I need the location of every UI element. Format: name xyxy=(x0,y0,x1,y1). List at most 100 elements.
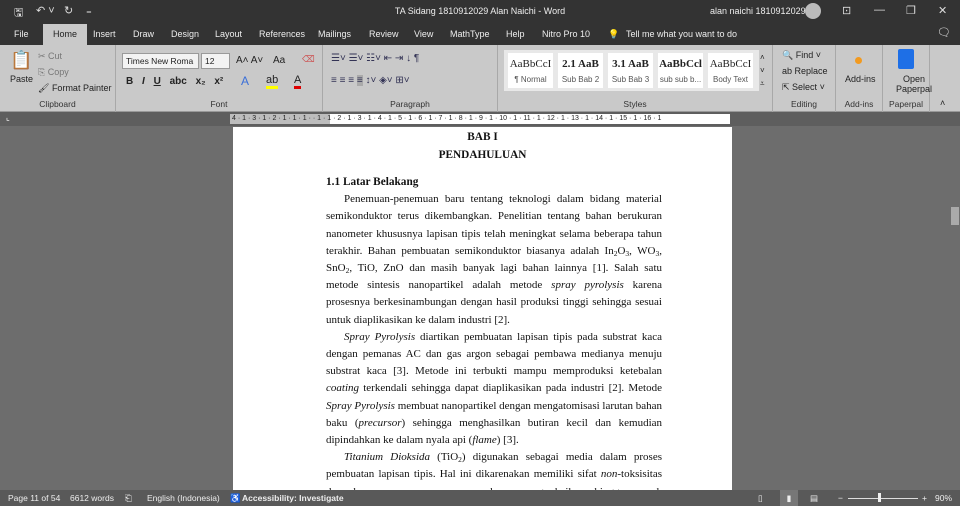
addins-button[interactable]: Add-ins xyxy=(845,74,876,84)
tab-layout[interactable]: Layout xyxy=(215,29,242,39)
paragraph-group: ☰˅ ☰˅ ☷˅ ⇤ ⇥ ↓ ¶ ≡ ≡ ≡ ≡ ↕˅ ◈˅ ⊞˅ Paragr… xyxy=(323,45,498,112)
format-buttons-icon[interactable]: B I U abc x₂ x² xyxy=(126,76,223,87)
accessibility-status[interactable]: Accessibility: Investigate xyxy=(242,493,344,503)
tab-review[interactable]: Review xyxy=(369,29,399,39)
section-heading: 1.1 Latar Belakang xyxy=(326,176,419,188)
text-effects-icon[interactable]: A xyxy=(241,74,249,88)
language[interactable]: English (Indonesia) xyxy=(147,493,220,503)
addins-group: Add-ins Add-ins xyxy=(836,45,883,112)
style-body-text[interactable]: AaBbCcI Body Text xyxy=(708,53,753,88)
italic-text: Spray Pyrolysis xyxy=(344,330,416,343)
text-run: , WO xyxy=(629,244,656,257)
body-paragraph: Spray Pyrolysis diartikan pembuatan lapi… xyxy=(326,329,662,449)
font-size-select[interactable]: 12 xyxy=(201,53,230,69)
paperpal-name: Paperpal xyxy=(896,84,933,94)
tab-mailings[interactable]: Mailings xyxy=(318,29,351,39)
web-layout-icon[interactable]: ▤ xyxy=(810,493,818,504)
chapter-number: BAB I xyxy=(467,131,498,143)
tab-selector-icon[interactable]: ⌞ xyxy=(6,113,10,122)
clipboard-label: Clipboard xyxy=(39,99,76,109)
print-layout-icon[interactable]: ▮ xyxy=(780,490,798,506)
tab-draw[interactable]: Draw xyxy=(133,29,154,39)
tab-design[interactable]: Design xyxy=(171,29,199,39)
document-page[interactable]: BAB I PENDAHULUAN 1.1 Latar Belakang Pen… xyxy=(233,127,732,490)
style-preview: 2.1 AaB xyxy=(562,58,599,70)
proofing-icon[interactable]: ⎗ xyxy=(125,493,132,504)
zoom-in-button[interactable]: + xyxy=(922,493,927,503)
grow-font-icon[interactable]: A˄ A˅ xyxy=(236,55,263,66)
font-name-select[interactable]: Times New Roma xyxy=(122,53,199,69)
tab-help[interactable]: Help xyxy=(506,29,525,39)
style-normal[interactable]: AaBbCcI ¶ Normal xyxy=(508,53,553,88)
avatar[interactable] xyxy=(805,3,821,19)
status-bar: Page 11 of 54 6612 words ⎗ English (Indo… xyxy=(0,490,960,506)
paperpal-icon xyxy=(898,49,914,69)
editing-group: 🔍 Find ˅ ab Replace ⇱ Select ˅ Editing xyxy=(773,45,836,112)
highlight-icon[interactable]: ab xyxy=(266,74,279,89)
change-case-button[interactable]: Aa xyxy=(273,55,285,66)
user-name[interactable]: alan naichi 1810912029 xyxy=(710,6,806,16)
style-name: Body Text xyxy=(713,75,748,84)
minimize-icon[interactable]: — xyxy=(874,4,885,16)
ribbon: 📋 Paste ✂ Cut ⎘ Copy 🖌 Format Painter Cl… xyxy=(0,45,960,112)
addins-icon xyxy=(855,57,862,64)
replace-button[interactable]: ab Replace xyxy=(782,66,828,76)
copy-button[interactable]: ⎘ Copy xyxy=(38,67,69,78)
styles-scroll-icon[interactable]: ˄ ˅ ⩡ xyxy=(760,51,765,90)
tab-nitro[interactable]: Nitro Pro 10 xyxy=(542,29,590,39)
paperpal-label: Paperpal xyxy=(888,99,924,109)
title-bar: 🖫 ↶ ˅ ↻ ₌ TA Sidang 1810912029 Alan Naic… xyxy=(0,0,960,22)
select-label: Select xyxy=(792,82,818,92)
italic-text: flame xyxy=(472,434,497,447)
paste-button[interactable]: Paste xyxy=(10,74,33,84)
tab-home[interactable]: Home xyxy=(43,24,88,45)
find-button[interactable]: 🔍 Find ˅ xyxy=(782,50,821,61)
page-count[interactable]: Page 11 of 54 xyxy=(8,493,60,503)
list-icons[interactable]: ☰˅ ☰˅ ☷˅ ⇤ ⇥ ↓ ¶ xyxy=(331,53,419,64)
tell-me-search[interactable]: Tell me what you want to do xyxy=(626,29,737,39)
format-painter-button[interactable]: 🖌 Format Painter xyxy=(38,83,111,94)
open-paperpal-button[interactable]: Open Paperpal xyxy=(896,74,932,94)
tab-mathtype[interactable]: MathType xyxy=(450,29,490,39)
tab-insert[interactable]: Insert xyxy=(93,29,116,39)
select-button[interactable]: ⇱ Select ˅ xyxy=(782,82,825,93)
cut-button[interactable]: ✂ Cut xyxy=(38,51,62,62)
zoom-slider-thumb[interactable] xyxy=(878,493,882,502)
paperpal-group: Open Paperpal Paperpal xyxy=(883,45,932,112)
style-sub-sub-bab[interactable]: AaBbCcl sub sub b... xyxy=(658,53,703,88)
align-icons[interactable]: ≡ ≡ ≡ ≡ ↕˅ ◈˅ ⊞˅ xyxy=(331,75,410,86)
editing-label: Editing xyxy=(791,99,817,109)
font-color-icon[interactable]: A xyxy=(294,74,302,89)
italic-text: Titanium Dioksida xyxy=(344,451,430,464)
scroll-thumb[interactable] xyxy=(951,207,959,225)
tab-file[interactable]: File xyxy=(14,29,29,39)
paste-icon[interactable]: 📋 xyxy=(10,50,32,71)
collapse-ribbon-icon[interactable]: ˄ xyxy=(940,98,945,108)
text-run: (TiO xyxy=(430,451,459,464)
close-icon[interactable]: ✕ xyxy=(938,4,947,17)
text-run: terkendali sehingga dapat diaplikasikan … xyxy=(359,382,662,395)
text-run: Penemuan-penemuan baru tentang teknologi… xyxy=(326,193,662,257)
open-label: Open xyxy=(903,74,926,84)
zoom-slider[interactable] xyxy=(848,498,918,499)
style-name: sub sub b... xyxy=(659,75,702,84)
style-preview: AaBbCcI xyxy=(509,58,552,70)
zoom-level[interactable]: 90% xyxy=(935,493,952,503)
italic-text: spray pyrolysis xyxy=(551,279,624,292)
ribbon-display-icon[interactable]: ⊡ xyxy=(842,4,851,17)
body-paragraph: Penemuan-penemuan baru tentang teknologi… xyxy=(326,191,662,329)
tab-references[interactable]: References xyxy=(259,29,305,39)
read-mode-icon[interactable]: ▯ xyxy=(758,493,763,504)
styles-label: Styles xyxy=(623,99,647,109)
comments-icon[interactable]: 🗨 xyxy=(937,26,951,39)
restore-icon[interactable]: ❐ xyxy=(906,4,916,17)
copy-label: Copy xyxy=(47,67,69,77)
vertical-scrollbar[interactable] xyxy=(950,127,960,490)
ruler[interactable]: ⌞ 4 · 1 · 3 · 1 · 2 · 1 · 1 · 1 · · 1 · … xyxy=(0,112,960,126)
clear-format-icon[interactable]: ⌫ xyxy=(302,54,315,65)
style-sub-bab-2[interactable]: 2.1 AaB Sub Bab 2 xyxy=(558,53,603,88)
word-count[interactable]: 6612 words xyxy=(70,493,114,503)
zoom-out-button[interactable]: − xyxy=(838,493,843,503)
style-sub-bab-3[interactable]: 3.1 AaB Sub Bab 3 xyxy=(608,53,653,88)
tab-view[interactable]: View xyxy=(414,29,433,39)
